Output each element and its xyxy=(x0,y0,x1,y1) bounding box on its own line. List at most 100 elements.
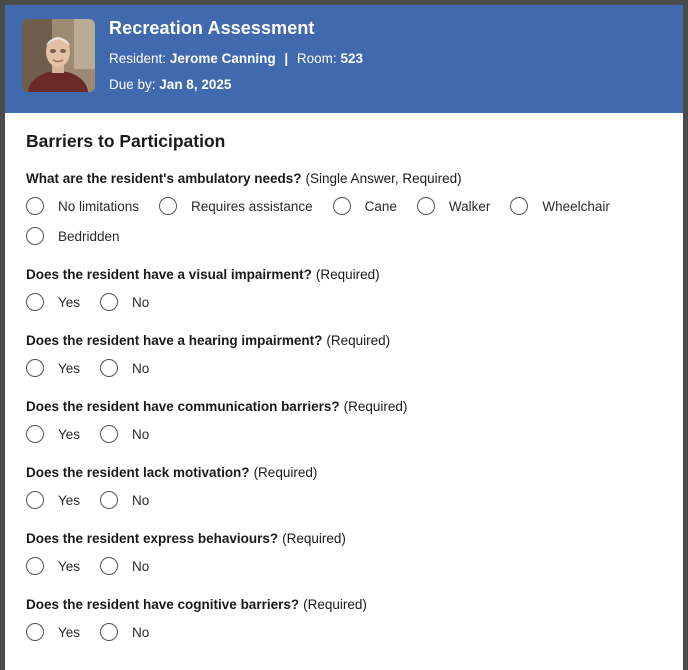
radio-option-yes[interactable]: Yes xyxy=(26,551,80,581)
room-label: Room: xyxy=(296,51,337,66)
radio-option-no[interactable]: No xyxy=(100,551,149,581)
question-5: Does the resident lack motivation? (Requi… xyxy=(26,464,666,515)
room-number: 523 xyxy=(340,51,363,66)
radio-option-yes[interactable]: Yes xyxy=(26,485,80,515)
radio-option-yes[interactable]: Yes xyxy=(26,617,80,647)
radio-button[interactable] xyxy=(100,359,119,377)
answer-options: Yes No xyxy=(26,419,666,449)
question-qualifier: (Required) xyxy=(315,267,380,282)
radio-option-yes[interactable]: Yes xyxy=(26,287,80,317)
question-2: Does the resident have a visual impairme… xyxy=(26,266,666,317)
radio-option-no[interactable]: No xyxy=(100,419,149,449)
radio-button[interactable] xyxy=(26,491,44,509)
radio-option-no[interactable]: No xyxy=(100,617,149,647)
radio-label: Cane xyxy=(364,198,397,214)
question-text: Does the resident have a visual impairme… xyxy=(26,267,312,282)
question-list: What are the resident's ambulatory needs… xyxy=(26,170,666,647)
due-date: Jan 8, 2025 xyxy=(159,77,232,92)
radio-option-walker[interactable]: Walker xyxy=(416,191,491,221)
radio-label: No xyxy=(132,360,150,376)
radio-button[interactable] xyxy=(26,293,44,311)
radio-label: Wheelchair xyxy=(542,198,610,214)
resident-photo-icon xyxy=(22,19,95,92)
question-1: What are the resident's ambulatory needs… xyxy=(26,170,666,251)
question-qualifier: (Required) xyxy=(253,465,318,480)
question-4: Does the resident have communication bar… xyxy=(26,398,666,449)
question-label: Does the resident have cognitive barrier… xyxy=(26,596,666,614)
radio-label: No xyxy=(132,426,150,442)
radio-label: Yes xyxy=(58,558,81,574)
question-label: Does the resident express behaviours? (Re… xyxy=(26,530,666,548)
radio-button[interactable] xyxy=(26,359,44,377)
question-qualifier: (Required) xyxy=(282,531,346,546)
assessment-header: Recreation Assessment Resident: Jerome C… xyxy=(5,5,683,113)
radio-label: Yes xyxy=(58,624,81,640)
radio-label: Yes xyxy=(58,426,81,442)
radio-label: Walker xyxy=(448,198,491,214)
question-text: What are the resident's ambulatory needs… xyxy=(26,171,302,186)
radio-label: No xyxy=(132,624,150,640)
assessment-window: Recreation Assessment Resident: Jerome C… xyxy=(0,0,688,670)
question-text: Does the resident have communication bar… xyxy=(26,399,340,414)
question-text: Does the resident have cognitive barrier… xyxy=(26,597,300,612)
question-label: Does the resident have a visual impairme… xyxy=(26,266,666,284)
radio-option-no[interactable]: No xyxy=(100,287,149,317)
radio-label: No xyxy=(132,294,150,310)
question-text: Does the resident express behaviours? xyxy=(26,531,279,546)
question-qualifier: (Required) xyxy=(326,333,391,348)
question-qualifier: (Single Answer, Required) xyxy=(305,171,462,186)
answer-options: No limitations Requires assistance Cane Wal… xyxy=(26,191,666,251)
radio-option-yes[interactable]: Yes xyxy=(26,419,80,449)
radio-button[interactable] xyxy=(100,623,119,641)
radio-button[interactable] xyxy=(416,197,435,215)
question-label: Does the resident lack motivation? (Requi… xyxy=(26,464,666,482)
question-3: Does the resident have a hearing impairm… xyxy=(26,332,666,383)
radio-button[interactable] xyxy=(26,425,44,443)
question-text: Does the resident lack motivation? xyxy=(26,465,250,480)
info-separator: | xyxy=(284,51,289,66)
radio-button[interactable] xyxy=(26,557,44,575)
radio-button[interactable] xyxy=(100,293,119,311)
question-label: Does the resident have a hearing impairm… xyxy=(26,332,666,350)
radio-button[interactable] xyxy=(26,197,44,215)
radio-label: Yes xyxy=(58,360,81,376)
radio-label: No xyxy=(132,558,150,574)
radio-option-cane[interactable]: Cane xyxy=(332,191,397,221)
answer-options: Yes No xyxy=(26,485,666,515)
radio-option-requires-assistance[interactable]: Requires assistance xyxy=(159,191,313,221)
answer-options: Yes No xyxy=(26,353,666,383)
resident-avatar xyxy=(22,19,95,92)
question-label: What are the resident's ambulatory needs… xyxy=(26,170,666,188)
radio-button[interactable] xyxy=(332,197,351,215)
radio-option-no-limitations[interactable]: No limitations xyxy=(26,191,139,221)
radio-option-no[interactable]: No xyxy=(100,485,149,515)
question-6: Does the resident express behaviours? (Re… xyxy=(26,530,666,581)
resident-label: Resident: xyxy=(109,51,167,66)
radio-label: No xyxy=(132,492,150,508)
radio-button[interactable] xyxy=(26,227,44,245)
radio-button[interactable] xyxy=(26,623,44,641)
radio-button[interactable] xyxy=(510,197,529,215)
radio-button[interactable] xyxy=(100,491,119,509)
radio-button[interactable] xyxy=(159,197,178,215)
radio-button[interactable] xyxy=(100,557,119,575)
radio-label: Yes xyxy=(58,294,81,310)
due-label: Due by: xyxy=(109,77,156,92)
question-7: Does the resident have cognitive barrier… xyxy=(26,596,666,647)
due-info: Due by: Jan 8, 2025 xyxy=(109,77,231,92)
assessment-form: Barriers to Participation What are the r… xyxy=(26,131,666,662)
radio-label: No limitations xyxy=(58,198,140,214)
answer-options: Yes No xyxy=(26,551,666,581)
question-qualifier: (Required) xyxy=(303,597,367,612)
answer-options: Yes No xyxy=(26,287,666,317)
question-text: Does the resident have a hearing impairm… xyxy=(26,333,323,348)
answer-options: Yes No xyxy=(26,617,666,647)
radio-label: Requires assistance xyxy=(191,198,313,214)
section-title: Barriers to Participation xyxy=(26,131,226,151)
radio-option-yes[interactable]: Yes xyxy=(26,353,80,383)
radio-option-no[interactable]: No xyxy=(100,353,149,383)
radio-option-bedridden[interactable]: Bedridden xyxy=(26,221,120,251)
radio-button[interactable] xyxy=(100,425,119,443)
resident-info: Resident: Jerome Canning | Room: 523 xyxy=(109,51,363,66)
radio-option-wheelchair[interactable]: Wheelchair xyxy=(510,191,610,221)
